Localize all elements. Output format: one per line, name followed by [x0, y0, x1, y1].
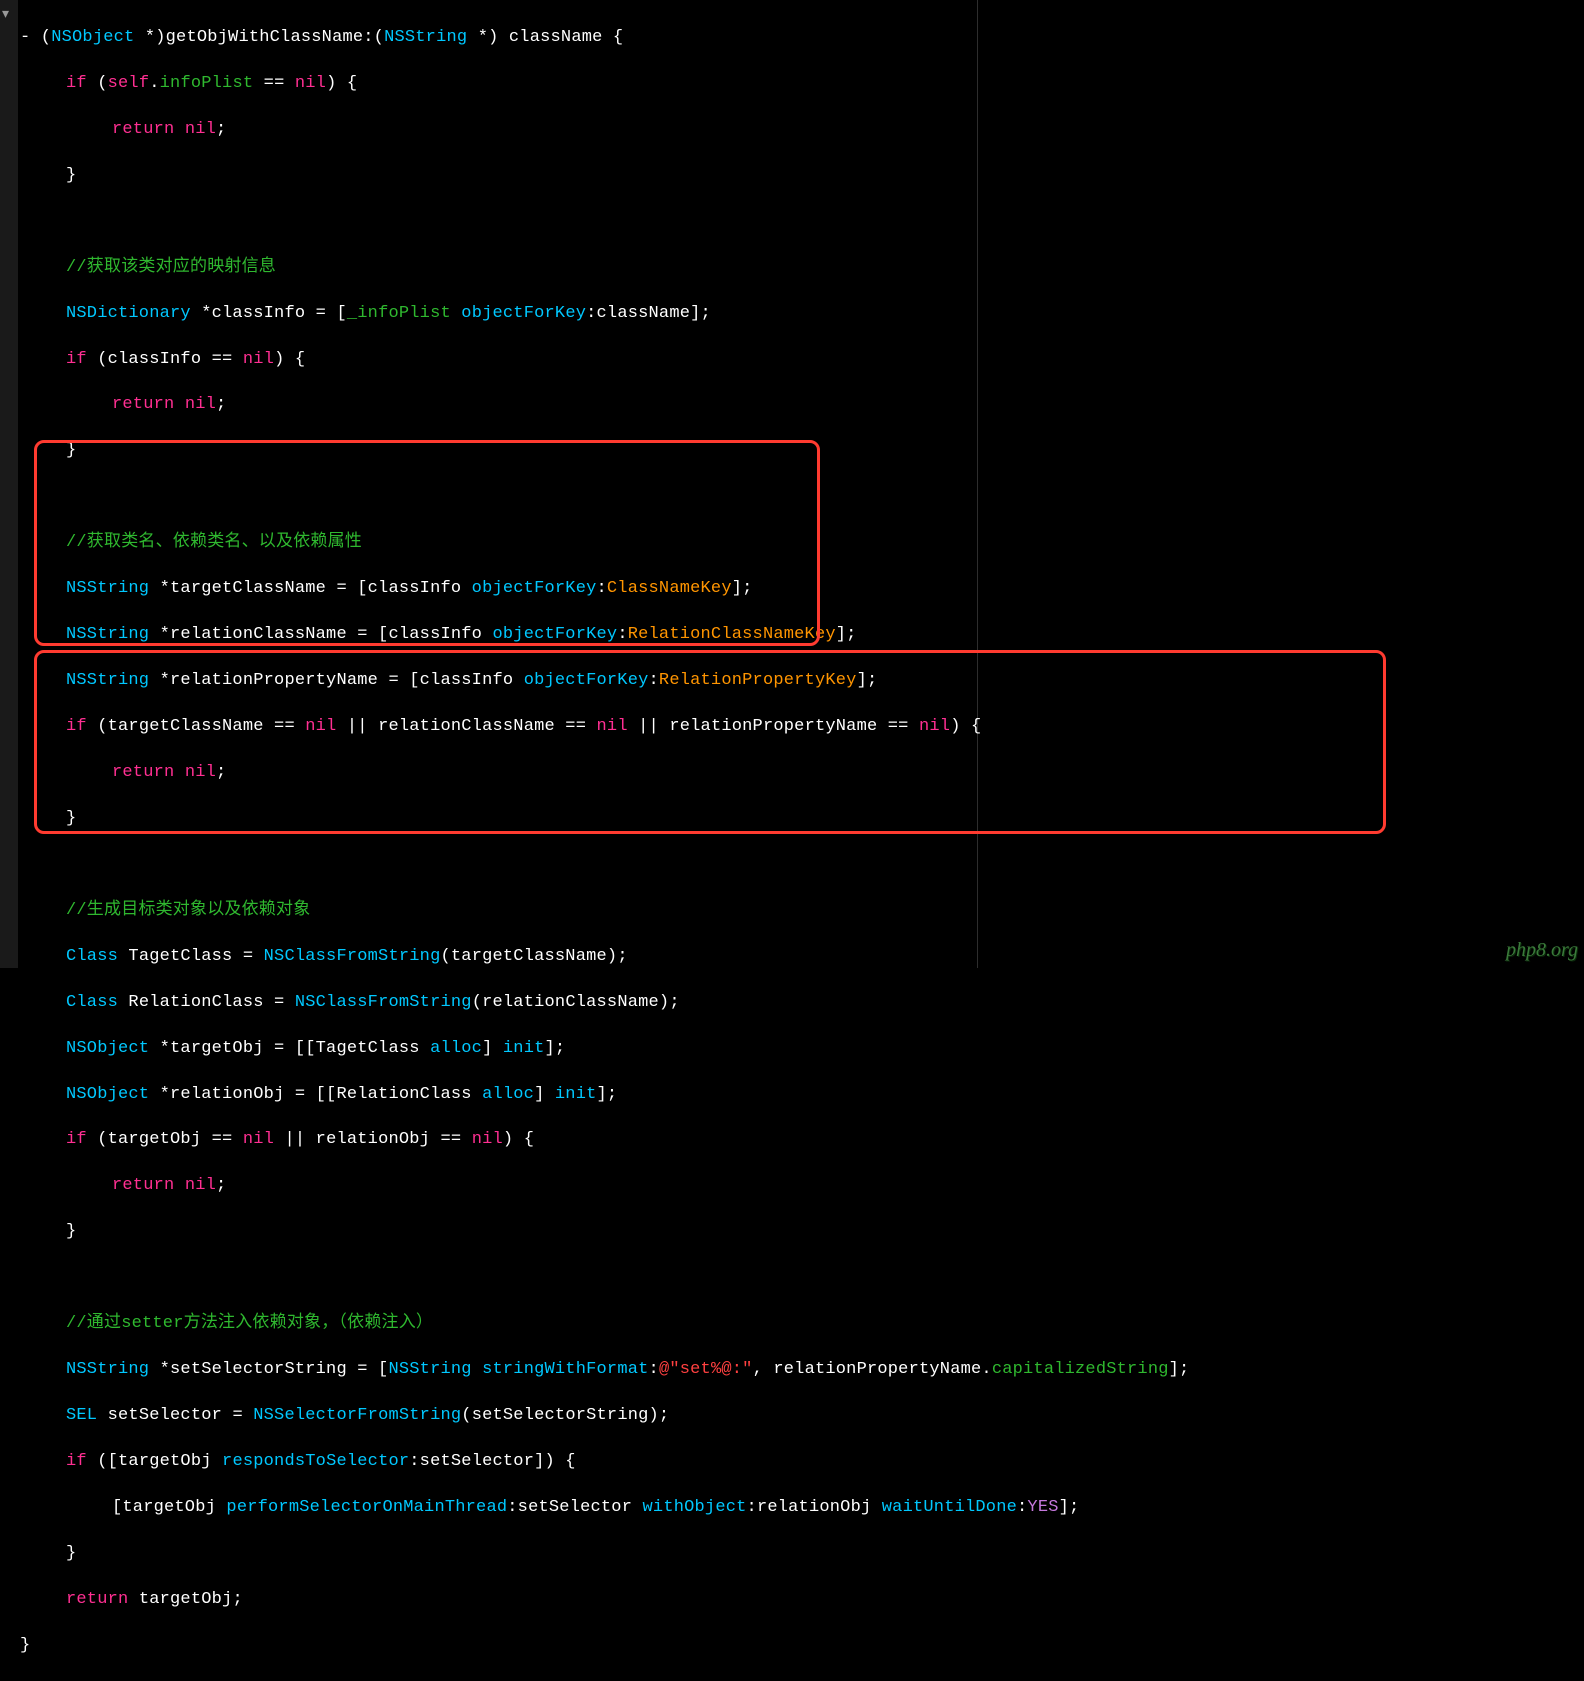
code-line: if (self.infoPlist == nil) {: [20, 73, 1189, 96]
code-line: NSDictionary *classInfo = [_infoPlist ob…: [20, 303, 1189, 326]
code-line: if (targetObj == nil || relationObj == n…: [20, 1129, 1189, 1152]
code-line: NSString *setSelectorString = [NSString …: [20, 1359, 1189, 1382]
code-line: }: [20, 440, 1189, 463]
code-line: NSObject *targetObj = [[TagetClass alloc…: [20, 1038, 1189, 1061]
blank-line: [20, 211, 1189, 234]
code-line: return nil;: [20, 1175, 1189, 1198]
editor-gutter: ▾: [0, 0, 18, 968]
code-line: Class TagetClass = NSClassFromString(tar…: [20, 946, 1189, 969]
code-line: NSString *relationPropertyName = [classI…: [20, 670, 1189, 693]
fold-indicator-icon[interactable]: ▾: [2, 6, 9, 25]
code-line: NSString *relationClassName = [classInfo…: [20, 624, 1189, 647]
code-line: return nil;: [20, 394, 1189, 417]
code-line: }: [20, 165, 1189, 188]
code-comment: //通过setter方法注入依赖对象，（依赖注入）: [20, 1313, 1189, 1336]
code-block: - (NSObject *)getObjWithClassName:(NSStr…: [20, 4, 1189, 1681]
code-line: [targetObj performSelectorOnMainThread:s…: [20, 1497, 1189, 1520]
code-line: if ([targetObj respondsToSelector:setSel…: [20, 1451, 1189, 1474]
code-line: return nil;: [20, 119, 1189, 142]
code-line: }: [20, 1221, 1189, 1244]
blank-line: [20, 1267, 1189, 1290]
code-line: }: [20, 1635, 1189, 1658]
code-line: }: [20, 1543, 1189, 1566]
code-comment: //生成目标类对象以及依赖对象: [20, 900, 1189, 923]
code-comment: //获取类名、依赖类名、以及依赖属性: [20, 532, 1189, 555]
blank-line: [20, 854, 1189, 877]
code-line: SEL setSelector = NSSelectorFromString(s…: [20, 1405, 1189, 1428]
code-comment: //获取该类对应的映射信息: [20, 257, 1189, 280]
code-line: if (classInfo == nil) {: [20, 349, 1189, 372]
code-line: return nil;: [20, 762, 1189, 785]
blank-line: [20, 486, 1189, 509]
code-line: return targetObj;: [20, 1589, 1189, 1612]
code-line: Class RelationClass = NSClassFromString(…: [20, 992, 1189, 1015]
code-line: }: [20, 808, 1189, 831]
code-line: - (NSObject *)getObjWithClassName:(NSStr…: [20, 27, 1189, 50]
code-line: if (targetClassName == nil || relationCl…: [20, 716, 1189, 739]
watermark-text: php8.org: [1506, 937, 1578, 964]
code-line: NSString *targetClassName = [classInfo o…: [20, 578, 1189, 601]
code-line: NSObject *relationObj = [[RelationClass …: [20, 1084, 1189, 1107]
